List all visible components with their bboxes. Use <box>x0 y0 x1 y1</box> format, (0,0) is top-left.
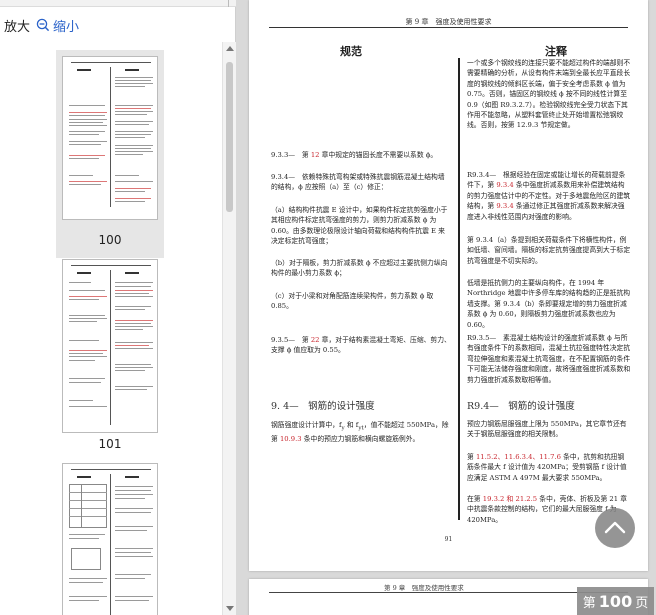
next-page-header: 第 9 章 强度及使用性要求 <box>384 584 464 592</box>
document-view[interactable]: 第 9 章 强度及使用性要求 规范 注释 9.3.3— 第 12 章中规定的锚固… <box>236 0 656 615</box>
sidebar-top-edge <box>0 0 236 7</box>
document-page: 第 9 章 强度及使用性要求 规范 注释 9.3.3— 第 12 章中规定的锚固… <box>249 0 648 571</box>
sidebar-scrollbar[interactable] <box>222 42 236 615</box>
clause-9-3-4-a: （a）结构构件抗震 E 设计中，如果构件标定抗剪强度小于其相应构件标定抗弯强度的… <box>271 206 448 246</box>
clause-9-3-4: 9.3.4— 依赖特殊抗弯构架或特殊抗震钢筋混凝土结构墙的结构，ϕ 应按照（a）… <box>271 173 445 192</box>
commentary-9-3-4-a: 第 9.3.4（a）条提到相关荷载条件下将横性构件，例如低墙、窗间墙。隔板的标定… <box>467 236 631 265</box>
page-header: 第 9 章 强度及使用性要求 <box>405 18 492 26</box>
scroll-up-arrow-icon[interactable] <box>226 46 234 51</box>
zoom-out-label: 缩小 <box>53 19 80 35</box>
zoom-out-button[interactable]: 缩小 <box>36 16 79 35</box>
thumbnail-page-number: 101 <box>98 437 122 451</box>
thumbnail-list: 100 101 <box>0 42 222 615</box>
clause-9-3-3: 9.3.3— 第 12 章中规定的锚固长度不需要以系数 ϕ。 <box>271 151 438 159</box>
thumbnail-sidebar: 放大 缩小 100 101 <box>0 0 236 615</box>
clause-9-3-4-c: （c）对于小梁和对角配筋连续梁构件，剪力系数 ϕ 取 0.85。 <box>271 292 434 311</box>
clause-9-3-5: 9.3.5— 第 22 章，对于结构素混凝土弯矩、压缩、剪力、支撑 ϕ 值应取为… <box>271 336 451 355</box>
right-column-heading: 注释 <box>545 45 567 58</box>
commentary-r9-4-p1: 预应力钢筋屈服强度上限为 550MPa，其它章节还有关于钢筋屈服强度的相关限制。 <box>467 420 627 439</box>
page-indicator-prefix: 第 <box>582 595 596 611</box>
zoom-in-button[interactable]: 放大 <box>4 16 30 35</box>
page-indicator-suffix: 页 <box>635 595 649 611</box>
thumbnail-item[interactable]: 101 <box>56 257 164 457</box>
scroll-to-top-button[interactable] <box>595 508 635 548</box>
commentary-r9-3-5: R9.3.5— 素混凝土结构设计的强度折减系数 ϕ 与所有强度条件下的系数相同，… <box>467 334 631 384</box>
page-number: 91 <box>444 536 453 543</box>
scrollbar-thumb[interactable] <box>226 62 233 212</box>
thumbnail-page <box>62 463 158 615</box>
thumbnail-page <box>62 56 158 220</box>
clause-9-3-4-b: （b）对于隔板，剪力折减系数 ϕ 不应超过主要抗侧力纵向构件的最小剪力系数 ϕ； <box>271 259 448 278</box>
clause-9-4: 钢筋强度设计计算中，fy 和 fyt，值不能超过 550MPa，除第 10.9.… <box>271 421 449 443</box>
page-indicator: 第 100 页 <box>577 587 654 615</box>
commentary-r9-3-4: R9.3.4— 根据经验在固定或能让增长的荷载前提条件下，第 9.3.4 条中强… <box>467 171 631 221</box>
thumbnail-page-number: 100 <box>98 233 122 247</box>
zoom-out-icon <box>36 18 50 32</box>
commentary-r9-4-p2: 第 11.5.2、11.6.3.4、11.7.6 条中，抗剪和抗扭钢筋条件最大 … <box>467 453 627 482</box>
column-divider <box>458 58 460 520</box>
commentary-r9-3-2-7: 一个或多个钢绞线的连接只要不能超过构件的端部则不需要精确的分析，从设有构件末端到… <box>467 59 631 130</box>
next-page-header-rule <box>269 592 628 593</box>
zoom-toolbar: 放大 缩小 <box>0 13 236 37</box>
commentary-northridge: 低墙是抵抗侧力的主要纵向构件，在 1994 年 Northridge 地震中许多… <box>467 279 631 329</box>
left-column-heading: 规范 <box>340 45 362 58</box>
section-9-4-title: 9. 4— 钢筋的设计强度 <box>271 401 375 412</box>
chevron-up-icon <box>604 521 626 534</box>
pdf-viewer: 放大 缩小 100 101 第 9 章 强度及使用性要求 规范 注释 9.3.3… <box>0 0 656 615</box>
thumbnail-item[interactable] <box>56 460 164 615</box>
scroll-down-arrow-icon[interactable] <box>226 606 234 611</box>
section-r9-4-title: R9.4— 钢筋的设计强度 <box>467 401 575 412</box>
header-rule <box>269 27 628 28</box>
page-indicator-number: 100 <box>598 591 633 611</box>
thumbnail-page <box>62 259 158 433</box>
thumbnail-item[interactable]: 100 <box>56 50 164 258</box>
